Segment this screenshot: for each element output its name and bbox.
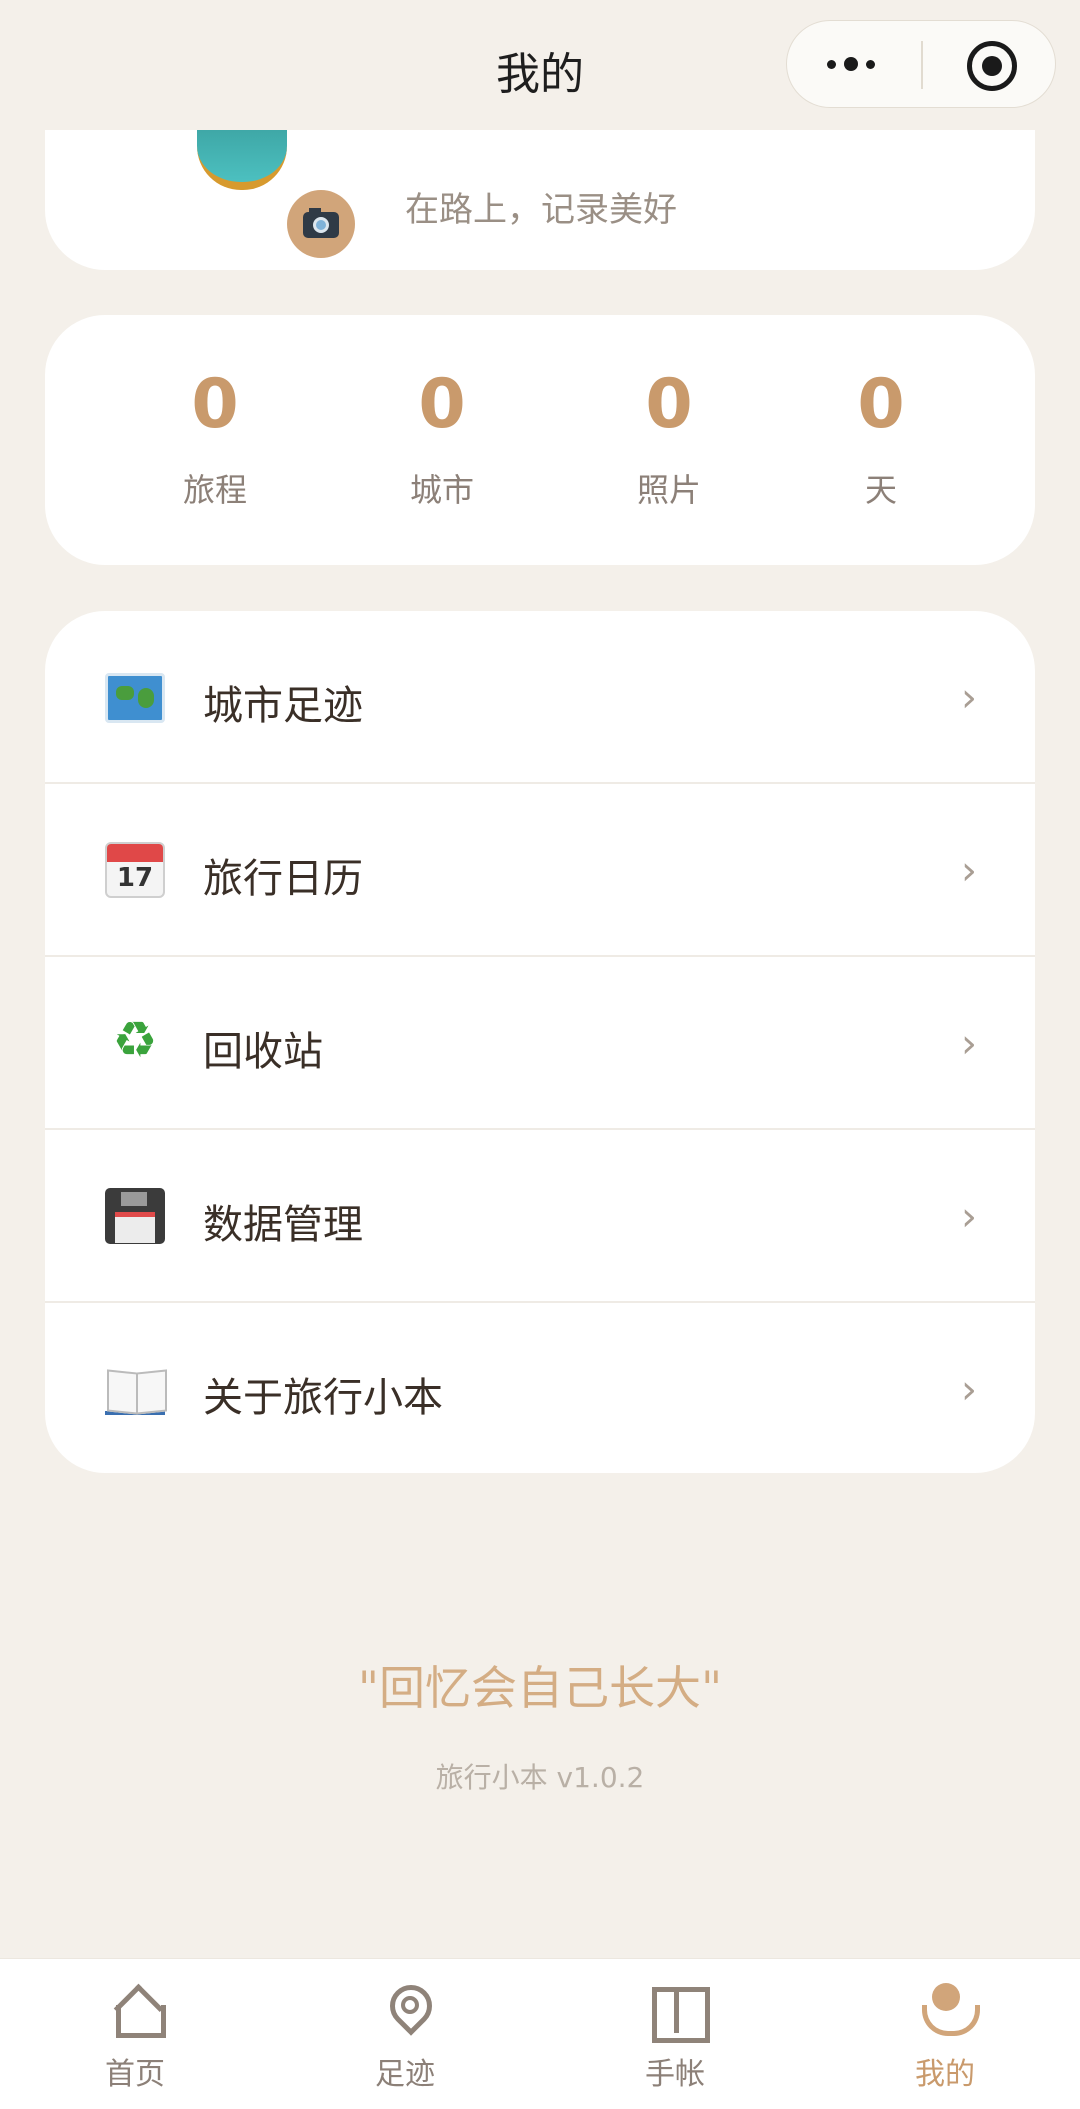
menu-item-travel-calendar[interactable]: 17 旅行日历 › [45,784,1035,957]
tab-label: 我的 [915,2057,975,2092]
tab-me[interactable]: 我的 [810,1959,1080,2109]
menu-item-label: 旅行日历 [203,856,363,902]
globe-avatar-icon [197,120,287,190]
stats-card: 0 旅程 0 城市 0 照片 0 天 [45,315,1035,565]
chevron-right-icon: › [961,848,977,894]
menu-item-data-management[interactable]: 数据管理 › [45,1130,1035,1303]
stat-label: 旅程 [182,471,247,509]
tab-label: 足迹 [375,2057,435,2092]
close-mini-program-icon[interactable] [967,41,1017,91]
chevron-right-icon: › [961,675,977,721]
tab-bar: 首页 足迹 手帐 我的 [0,1958,1080,2109]
open-book-icon [105,1365,165,1415]
menu-item-label: 关于旅行小本 [203,1375,443,1421]
menu-item-label: 数据管理 [203,1202,363,1248]
stat-value: 0 [857,365,905,444]
journal-book-icon [650,1983,710,2043]
chevron-right-icon: › [961,1021,977,1067]
tab-journal[interactable]: 手帐 [540,1959,810,2109]
profile-motto: 在路上，记录美好 [405,190,677,230]
tab-label: 手帐 [645,2057,705,2092]
stat-label: 照片 [636,471,701,509]
home-icon [110,1983,166,2038]
chevron-right-icon: › [961,1367,977,1413]
stat-label: 城市 [409,471,474,509]
tab-home[interactable]: 首页 [0,1959,270,2109]
tab-footprints[interactable]: 足迹 [270,1959,540,2109]
menu-list: 城市足迹 › 17 旅行日历 › ♻ 回收站 › 数据管理 › 关于旅行小本 › [45,611,1035,1473]
calendar-icon: 17 [105,842,165,898]
profile-icon [920,1983,980,2036]
capsule-divider [921,41,923,89]
footer-quote: "回忆会自己长大" [357,1661,723,1715]
stat-label: 天 [864,471,897,509]
nav-bar: 我的 [0,0,1080,130]
menu-item-label: 城市足迹 [203,683,363,729]
stat-value: 0 [191,365,239,444]
profile-page: 我的 在路上，记录美好 0 旅程 0 城市 0 照片 0 天 城市足迹 › 17… [0,0,1080,2109]
menu-item-about[interactable]: 关于旅行小本 › [45,1303,1035,1473]
camera-icon[interactable] [287,190,355,258]
menu-item-city-footprints[interactable]: 城市足迹 › [45,611,1035,784]
chevron-right-icon: › [961,1194,977,1240]
stat-value: 0 [418,365,466,444]
footprint-pin-icon [380,1983,432,2035]
more-options-icon[interactable] [827,57,875,71]
menu-item-label: 回收站 [203,1029,323,1075]
floppy-disk-icon [105,1188,165,1244]
recycle-icon: ♻ [112,1011,158,1069]
mini-program-capsule [786,20,1056,108]
menu-item-recycle-bin[interactable]: ♻ 回收站 › [45,957,1035,1130]
stat-value: 0 [645,365,693,444]
app-version: 旅行小本 v1.0.2 [435,1761,645,1794]
world-map-icon [105,673,165,723]
calendar-icon-date: 17 [116,863,154,893]
tab-label: 首页 [105,2057,165,2092]
